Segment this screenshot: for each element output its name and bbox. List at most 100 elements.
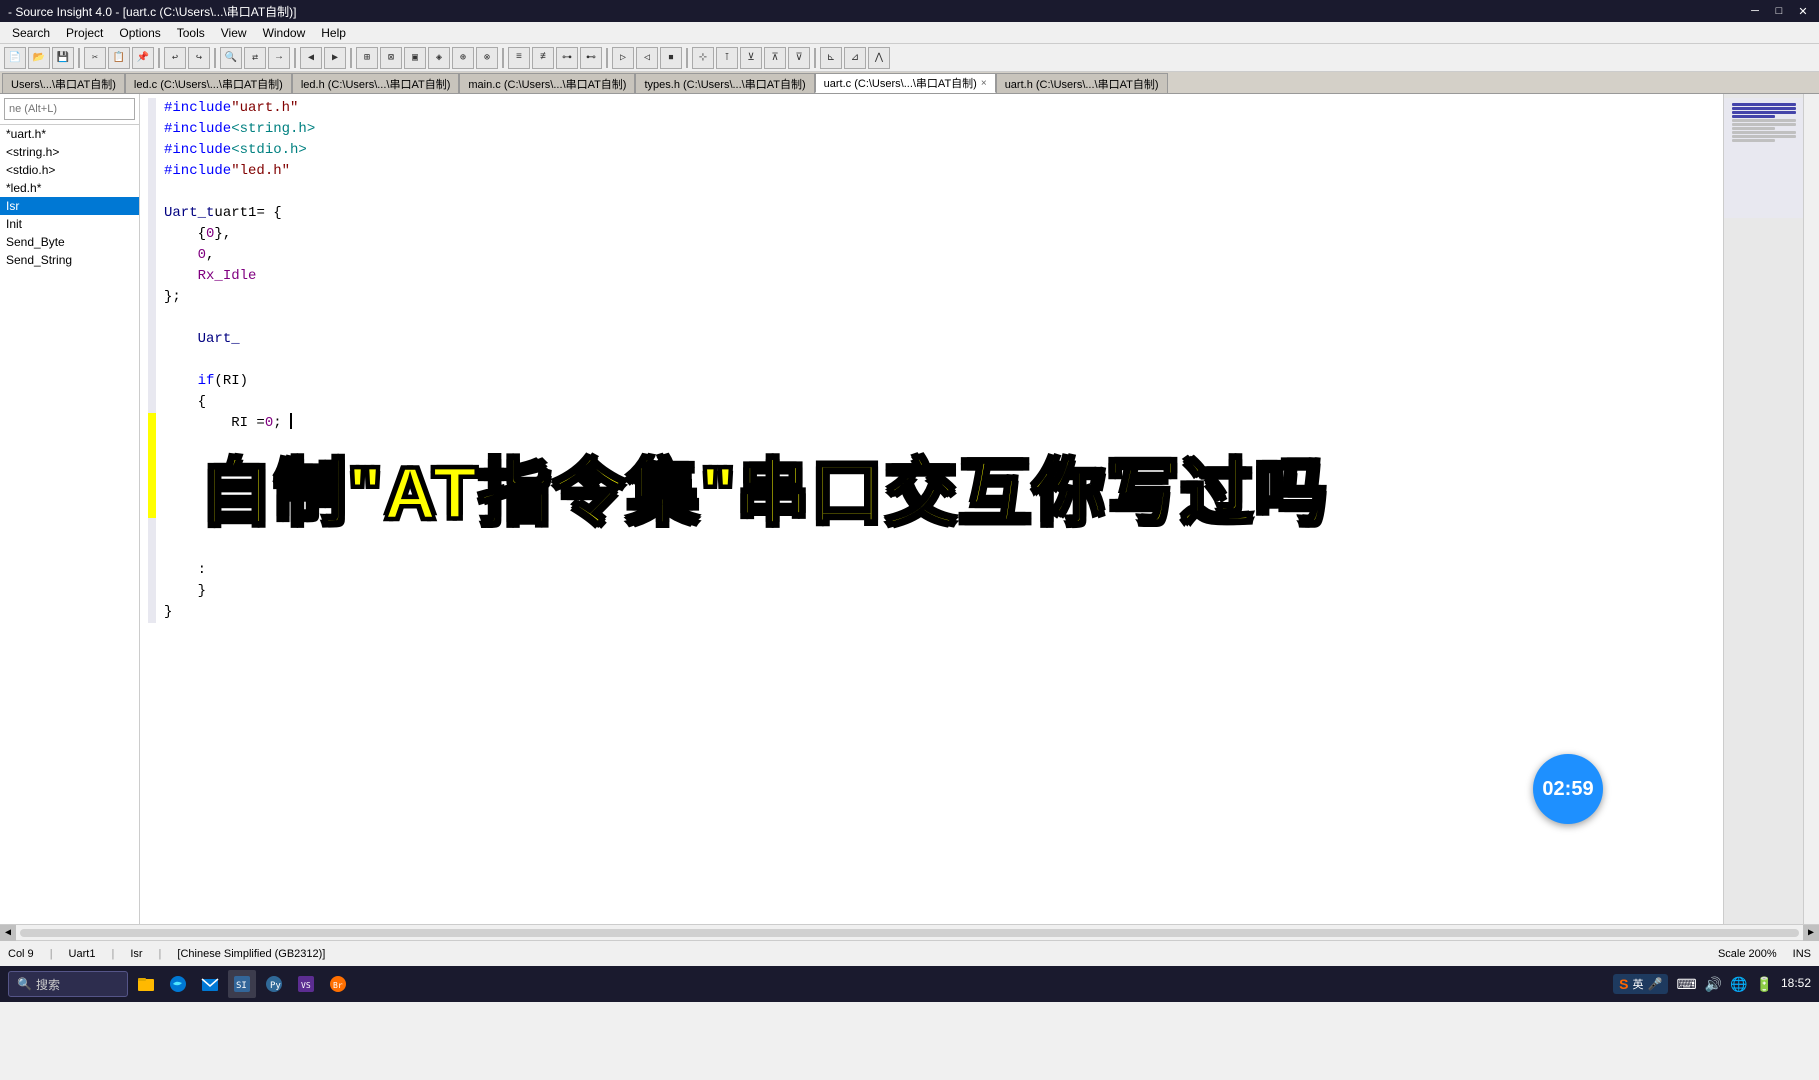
taskbar-icon-sourceinsight[interactable]: SI bbox=[228, 970, 256, 998]
taskbar-search-icon: 🔍 bbox=[17, 977, 32, 992]
tb-cut[interactable]: ✂ bbox=[84, 47, 106, 69]
menu-options[interactable]: Options bbox=[111, 24, 168, 42]
tb-c1[interactable]: ≡ bbox=[508, 47, 530, 69]
code-line-23: : bbox=[148, 560, 1715, 581]
tb-e1[interactable]: ⊹ bbox=[692, 47, 714, 69]
tb-redo[interactable]: ↪ bbox=[188, 47, 210, 69]
menu-project[interactable]: Project bbox=[58, 24, 111, 42]
minimap-line-4 bbox=[1732, 115, 1775, 118]
tab-led-c[interactable]: led.c (C:\Users\...\串口AT自制) bbox=[125, 73, 292, 93]
minimap-line-10 bbox=[1732, 139, 1775, 142]
gutter-21 bbox=[148, 518, 156, 539]
tab-led-h[interactable]: led.h (C:\Users\...\串口AT自制) bbox=[292, 73, 460, 93]
sidebar-item-uart-h[interactable]: *uart.h* bbox=[0, 125, 139, 143]
tb-replace[interactable]: ⇄ bbox=[244, 47, 266, 69]
tb-d2[interactable]: ◁ bbox=[636, 47, 658, 69]
tab-uart-c-close[interactable]: × bbox=[981, 78, 987, 89]
taskbar-icon-vs[interactable]: VS bbox=[292, 970, 320, 998]
sidebar: *uart.h* <string.h> <stdio.h> *led.h* Is… bbox=[0, 94, 140, 924]
menu-window[interactable]: Window bbox=[255, 24, 314, 42]
tb-e5[interactable]: ⊽ bbox=[788, 47, 810, 69]
tb-find[interactable]: 🔍 bbox=[220, 47, 242, 69]
tb-e3[interactable]: ⊻ bbox=[740, 47, 762, 69]
overlay-text: 自制"AT指令集"串口交互你写过吗 bbox=[200, 434, 1723, 539]
sidebar-item-string-h[interactable]: <string.h> bbox=[0, 143, 139, 161]
tab-0[interactable]: Users\...\串口AT自制) bbox=[2, 73, 125, 93]
hscroll[interactable]: ◀ ▶ bbox=[0, 924, 1819, 940]
taskbar-icon-explorer[interactable] bbox=[132, 970, 160, 998]
ime-indicator[interactable]: S 英 🎤 bbox=[1613, 974, 1668, 994]
taskbar-icon-browser[interactable]: Br bbox=[324, 970, 352, 998]
code-line-2: #include <string.h> bbox=[148, 119, 1715, 140]
menu-tools[interactable]: Tools bbox=[169, 24, 213, 42]
tb-b1[interactable]: ⊞ bbox=[356, 47, 378, 69]
code-line-8: 0, bbox=[148, 245, 1715, 266]
minimap-line-5 bbox=[1732, 119, 1796, 122]
tb-b3[interactable]: ▣ bbox=[404, 47, 426, 69]
tray-icon-battery: 🔋 bbox=[1756, 976, 1773, 993]
taskbar-icon-python[interactable]: Py bbox=[260, 970, 288, 998]
tb-b2[interactable]: ⊠ bbox=[380, 47, 402, 69]
scrollbar-right[interactable] bbox=[1803, 94, 1819, 924]
tb-f3[interactable]: ⋀ bbox=[868, 47, 890, 69]
search-input[interactable] bbox=[4, 98, 135, 120]
code-inc-2: <string.h> bbox=[231, 119, 315, 140]
sidebar-item-stdio-h[interactable]: <stdio.h> bbox=[0, 161, 139, 179]
menu-help[interactable]: Help bbox=[313, 24, 354, 42]
maximize-button[interactable]: □ bbox=[1771, 3, 1787, 19]
code-editor[interactable]: #include "uart.h" #include <string.h> #i… bbox=[140, 94, 1723, 924]
tb-open[interactable]: 📂 bbox=[28, 47, 50, 69]
tb-f2[interactable]: ⊿ bbox=[844, 47, 866, 69]
sidebar-item-led-h[interactable]: *led.h* bbox=[0, 179, 139, 197]
tb-f1[interactable]: ⊾ bbox=[820, 47, 842, 69]
tb-c3[interactable]: ⊶ bbox=[556, 47, 578, 69]
tb-back[interactable]: ◀ bbox=[300, 47, 322, 69]
tb-e2[interactable]: ⊺ bbox=[716, 47, 738, 69]
gutter-3 bbox=[148, 140, 156, 161]
cursor bbox=[290, 413, 292, 429]
taskbar-search[interactable]: 🔍 搜索 bbox=[8, 971, 128, 997]
tab-types-h[interactable]: types.h (C:\Users\...\串口AT自制) bbox=[635, 73, 814, 93]
menu-search[interactable]: Search bbox=[4, 24, 58, 42]
tb-c2[interactable]: ≢ bbox=[532, 47, 554, 69]
gutter-11 bbox=[148, 308, 156, 329]
sidebar-item-send-byte[interactable]: Send_Byte bbox=[0, 233, 139, 251]
sidebar-item-send-string[interactable]: Send_String bbox=[0, 251, 139, 269]
minimize-button[interactable]: ─ bbox=[1747, 3, 1763, 19]
tb-b6[interactable]: ⊗ bbox=[476, 47, 498, 69]
tabs-bar: Users\...\串口AT自制) led.c (C:\Users\...\串口… bbox=[0, 72, 1819, 94]
tab-uart-c[interactable]: uart.c (C:\Users\...\串口AT自制) × bbox=[815, 73, 996, 93]
tb-new[interactable]: 📄 bbox=[4, 47, 26, 69]
code-line-12: Uart_ bbox=[148, 329, 1715, 350]
tb-d3[interactable]: ⏹ bbox=[660, 47, 682, 69]
tb-b4[interactable]: ◈ bbox=[428, 47, 450, 69]
taskbar-icon-edge[interactable] bbox=[164, 970, 192, 998]
tab-uart-h[interactable]: uart.h (C:\Users\...\串口AT自制) bbox=[996, 73, 1168, 93]
tb-save[interactable]: 💾 bbox=[52, 47, 74, 69]
hscroll-left-btn[interactable]: ◀ bbox=[0, 925, 16, 941]
tb-goto[interactable]: → bbox=[268, 47, 290, 69]
gutter-10 bbox=[148, 287, 156, 308]
tb-d1[interactable]: ▷ bbox=[612, 47, 634, 69]
tb-copy[interactable]: 📋 bbox=[108, 47, 130, 69]
close-button[interactable]: ✕ bbox=[1795, 3, 1811, 19]
tb-sep1 bbox=[78, 48, 80, 68]
code-line-16: RI = 0; bbox=[148, 413, 1715, 434]
tb-c4[interactable]: ⊷ bbox=[580, 47, 602, 69]
code-line-10: }; bbox=[148, 287, 1715, 308]
tab-main-c[interactable]: main.c (C:\Users\...\串口AT自制) bbox=[459, 73, 635, 93]
tb-undo[interactable]: ↩ bbox=[164, 47, 186, 69]
hscroll-track[interactable] bbox=[20, 929, 1799, 937]
tb-paste[interactable]: 📌 bbox=[132, 47, 154, 69]
tb-b5[interactable]: ⊕ bbox=[452, 47, 474, 69]
tb-fwd[interactable]: ▶ bbox=[324, 47, 346, 69]
menu-view[interactable]: View bbox=[213, 24, 255, 42]
sidebar-item-init[interactable]: Init bbox=[0, 215, 139, 233]
gutter-25 bbox=[148, 602, 156, 623]
gutter-23 bbox=[148, 560, 156, 581]
tb-e4[interactable]: ⊼ bbox=[764, 47, 786, 69]
code-line-1: #include "uart.h" bbox=[148, 98, 1715, 119]
sidebar-item-isr[interactable]: Isr bbox=[0, 197, 139, 215]
taskbar-icon-mail[interactable] bbox=[196, 970, 224, 998]
hscroll-right-btn[interactable]: ▶ bbox=[1803, 925, 1819, 941]
